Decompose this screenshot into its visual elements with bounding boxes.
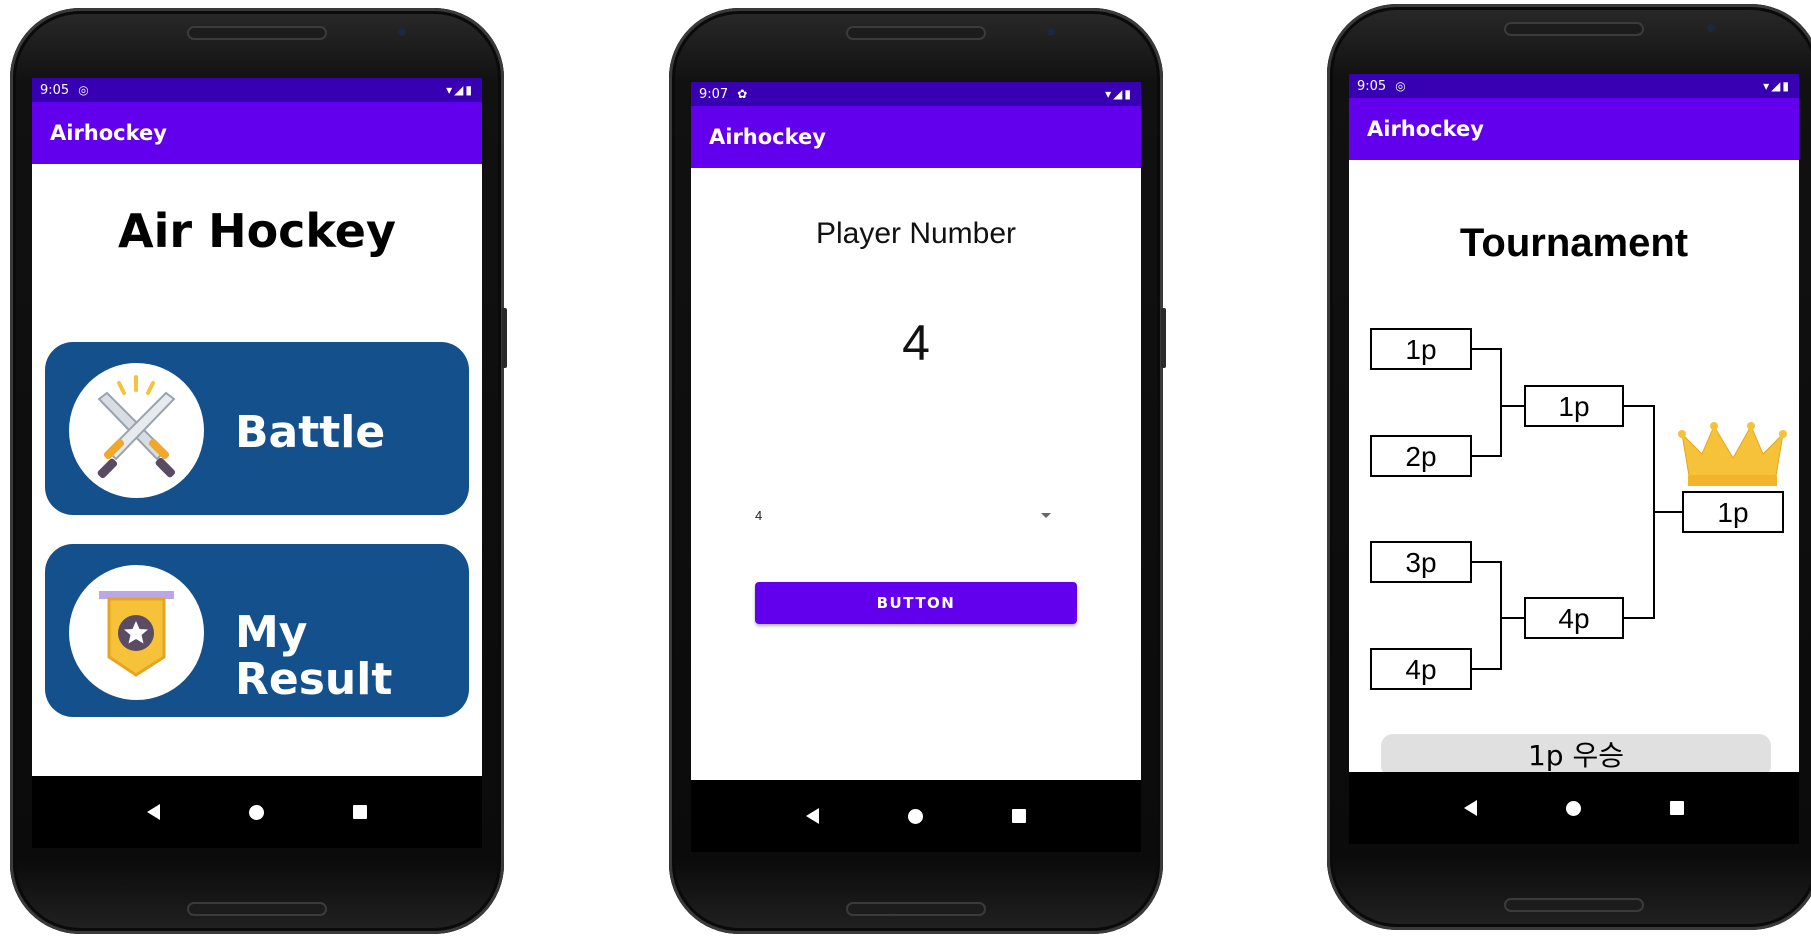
app-title: Airhockey	[709, 125, 826, 149]
tournament-screen: 9:05 ◎ ▾◢▮ Airhockey Tournament 1p 2p 3p…	[1349, 74, 1799, 844]
bracket-slot-label: 1p	[1405, 334, 1436, 365]
recent-apps-icon[interactable]	[1670, 801, 1685, 815]
home-icon[interactable]	[1565, 800, 1581, 816]
my-result-label: My Result	[235, 607, 393, 705]
front-camera	[398, 28, 406, 36]
submit-button[interactable]: BUTTON	[755, 582, 1077, 624]
my-result-button[interactable]: My Result	[45, 544, 469, 717]
bracket-slot-r1-2: 2p	[1370, 435, 1472, 477]
navigation-bar	[1349, 772, 1799, 844]
signal-battery-icons: ▾◢▮	[446, 83, 474, 97]
bracket-line	[1471, 561, 1525, 619]
recent-apps-icon[interactable]	[353, 805, 368, 819]
earpiece-speaker	[846, 26, 986, 40]
earpiece-speaker	[187, 26, 327, 40]
front-camera	[1707, 24, 1715, 32]
crown-icon	[1678, 422, 1787, 486]
bracket-slot-r1-3: 3p	[1370, 541, 1472, 583]
bracket-line	[1471, 618, 1502, 670]
tournament-bracket: 1p 2p 3p 4p 1p 4p 1p	[1370, 328, 1787, 690]
status-time: 9:07	[699, 86, 729, 102]
my-result-label-line1: My	[235, 607, 308, 658]
player-count-spinner[interactable]: 4	[755, 500, 1051, 530]
winner-label: 1p	[1717, 497, 1748, 528]
my-result-label-line2: Result	[235, 653, 393, 705]
signal-battery-icons: ▾◢▮	[1105, 87, 1133, 101]
power-button	[1161, 308, 1166, 368]
bottom-speaker	[846, 902, 986, 916]
back-icon[interactable]	[146, 804, 160, 820]
phone-frame-player-number: 9:07 ✿ ▾◢▮ Airhockey Player Number 4 4 B…	[669, 8, 1166, 934]
earpiece-speaker	[1504, 22, 1644, 36]
phone-frame-home: 9:05 ◎ ▾◢▮ Airhockey Air Hockey Battle M…	[10, 8, 507, 934]
status-bar: 9:07 ✿ ▾◢▮	[691, 82, 1141, 106]
bracket-slot-label: 2p	[1405, 441, 1436, 472]
battle-label: Battle	[235, 407, 386, 458]
back-icon[interactable]	[805, 808, 819, 824]
status-time: 9:05	[40, 82, 70, 98]
bracket-line	[1623, 512, 1655, 619]
navigation-bar	[32, 776, 482, 848]
home-icon[interactable]	[907, 808, 923, 824]
recent-apps-icon[interactable]	[1012, 809, 1027, 823]
player-number-heading: Player Number	[815, 217, 1017, 250]
battle-icon-circle	[69, 363, 204, 498]
power-button	[502, 308, 507, 368]
settings-gear-icon: ✿	[737, 87, 748, 101]
result-icon-circle	[69, 565, 204, 700]
app-bar: Airhockey	[32, 102, 482, 164]
app-bar: Airhockey	[691, 106, 1141, 168]
player-number-value: 4	[902, 315, 930, 371]
home-screen: 9:05 ◎ ▾◢▮ Airhockey Air Hockey Battle M…	[32, 78, 482, 848]
player-number-screen: 9:07 ✿ ▾◢▮ Airhockey Player Number 4 4 B…	[691, 82, 1141, 852]
bracket-line	[1471, 348, 1525, 407]
bottom-speaker	[187, 902, 327, 916]
bracket-slot-r2-1: 1p	[1524, 385, 1624, 427]
bracket-slot-r1-1: 1p	[1370, 328, 1472, 370]
battle-button[interactable]: Battle	[45, 342, 469, 515]
dropdown-arrow-icon	[1041, 512, 1051, 518]
bracket-slot-final: 1p	[1682, 491, 1784, 533]
home-icon[interactable]	[248, 804, 264, 820]
phone-frame-tournament: 9:05 ◎ ▾◢▮ Airhockey Tournament 1p 2p 3p…	[1327, 4, 1811, 930]
notification-icon: ◎	[78, 83, 89, 97]
medal-badge-icon	[99, 591, 174, 677]
bracket-slot-label: 3p	[1405, 547, 1436, 578]
bracket-line	[1623, 405, 1683, 513]
page-title: Air Hockey	[118, 204, 396, 258]
bottom-speaker	[1504, 898, 1644, 912]
crossed-swords-icon	[97, 375, 176, 479]
back-icon[interactable]	[1463, 800, 1477, 816]
bracket-slot-label: 1p	[1558, 391, 1589, 422]
app-title: Airhockey	[50, 121, 167, 145]
bracket-slot-r1-4: 4p	[1370, 648, 1472, 690]
navigation-bar	[691, 780, 1141, 852]
status-bar: 9:05 ◎ ▾◢▮	[32, 78, 482, 102]
front-camera	[1047, 28, 1055, 36]
spinner-selected-value: 4	[755, 507, 763, 523]
bracket-slot-label: 4p	[1405, 654, 1436, 685]
bracket-slot-label: 4p	[1558, 603, 1589, 634]
bracket-line	[1471, 406, 1502, 457]
bracket-slot-r2-2: 4p	[1524, 597, 1624, 639]
